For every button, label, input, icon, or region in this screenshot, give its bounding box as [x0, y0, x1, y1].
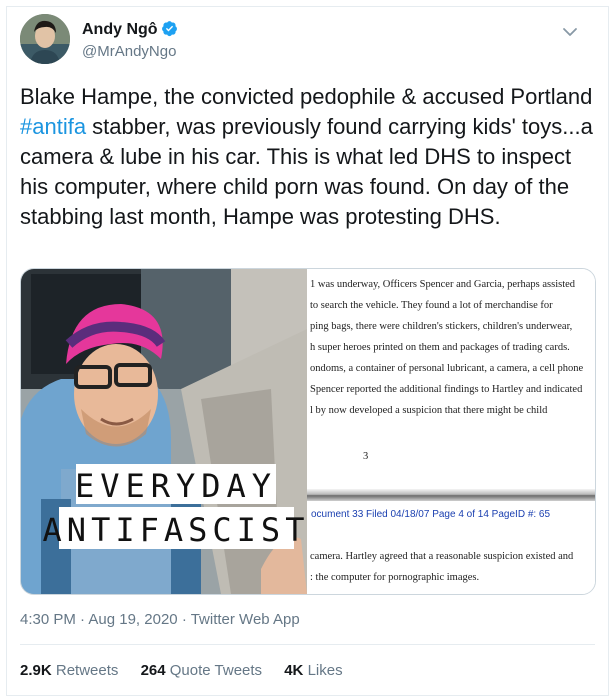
- doc-page-number: 3: [363, 451, 369, 462]
- media-grid: EVERYDAY ANTIFASCIST 1 was underway, Off…: [20, 268, 596, 595]
- display-name[interactable]: Andy Ngô: [82, 21, 158, 39]
- doc-line-3: ping bags, there were children's sticker…: [310, 321, 573, 332]
- retweets-count: 2.9K: [20, 662, 52, 679]
- tweet-source[interactable]: Twitter Web App: [191, 611, 300, 628]
- likes-label: Likes: [307, 662, 343, 679]
- doc-line-9: : the computer for pornographic images.: [310, 572, 480, 583]
- verified-badge-icon: [161, 21, 177, 37]
- likes-count: 4K: [284, 662, 304, 679]
- photo-left[interactable]: EVERYDAY ANTIFASCIST: [21, 269, 307, 594]
- doc-page-divider: [307, 489, 595, 501]
- doc-line-2: to search the vehicle. They found a lot …: [310, 300, 553, 311]
- tweet-header: Andy Ngô @MrAndyNgo: [20, 14, 580, 68]
- likes-stat[interactable]: 4K Likes: [284, 662, 342, 679]
- divider: [20, 644, 595, 645]
- tweet-text-after: stabber, was previously found carrying k…: [20, 114, 593, 229]
- quote-label: Quote Tweets: [169, 662, 263, 679]
- tweet-meta: 4:30 PM · Aug 19, 2020 · Twitter Web App: [20, 611, 300, 628]
- photo-caption-2: ANTIFASCIST: [43, 511, 307, 549]
- tweet-text: Blake Hampe, the convicted pedophile & a…: [20, 82, 595, 232]
- tweet-time[interactable]: 4:30 PM: [20, 611, 76, 628]
- doc-line-7: l by now developed a suspicion that ther…: [310, 405, 548, 416]
- quote-tweets-stat[interactable]: 264 Quote Tweets: [141, 662, 262, 679]
- chevron-down-icon[interactable]: [560, 22, 580, 42]
- handle[interactable]: @MrAndyNgo: [82, 43, 178, 60]
- tweet-date[interactable]: Aug 19, 2020: [88, 611, 177, 628]
- meta-separator-2: ·: [181, 611, 187, 628]
- avatar[interactable]: [20, 14, 70, 64]
- doc-line-8: camera. Hartley agreed that a reasonable…: [310, 551, 574, 562]
- photo-caption-1: EVERYDAY: [75, 467, 277, 505]
- meta-separator: ·: [80, 611, 86, 628]
- retweets-stat[interactable]: 2.9K Retweets: [20, 662, 118, 679]
- doc-line-5: ondoms, a container of personal lubrican…: [310, 363, 584, 374]
- quote-count: 264: [140, 662, 166, 679]
- doc-line-1: 1 was underway, Officers Spencer and Gar…: [310, 279, 576, 290]
- doc-line-4: h super heroes printed on them and packa…: [310, 342, 570, 353]
- doc-line-6: Spencer reported the additional findings…: [310, 384, 583, 395]
- doc-footer: ocument 33 Filed 04/18/07 Page 4 of 14 P…: [311, 509, 551, 520]
- retweets-label: Retweets: [55, 662, 119, 679]
- tweet-stats: 2.9K Retweets 264 Quote Tweets 4K Likes: [20, 662, 361, 679]
- tweet-text-before: Blake Hampe, the convicted pedophile & a…: [20, 84, 593, 109]
- hashtag-link[interactable]: #antifa: [20, 114, 86, 139]
- document-image[interactable]: 1 was underway, Officers Spencer and Gar…: [307, 269, 595, 594]
